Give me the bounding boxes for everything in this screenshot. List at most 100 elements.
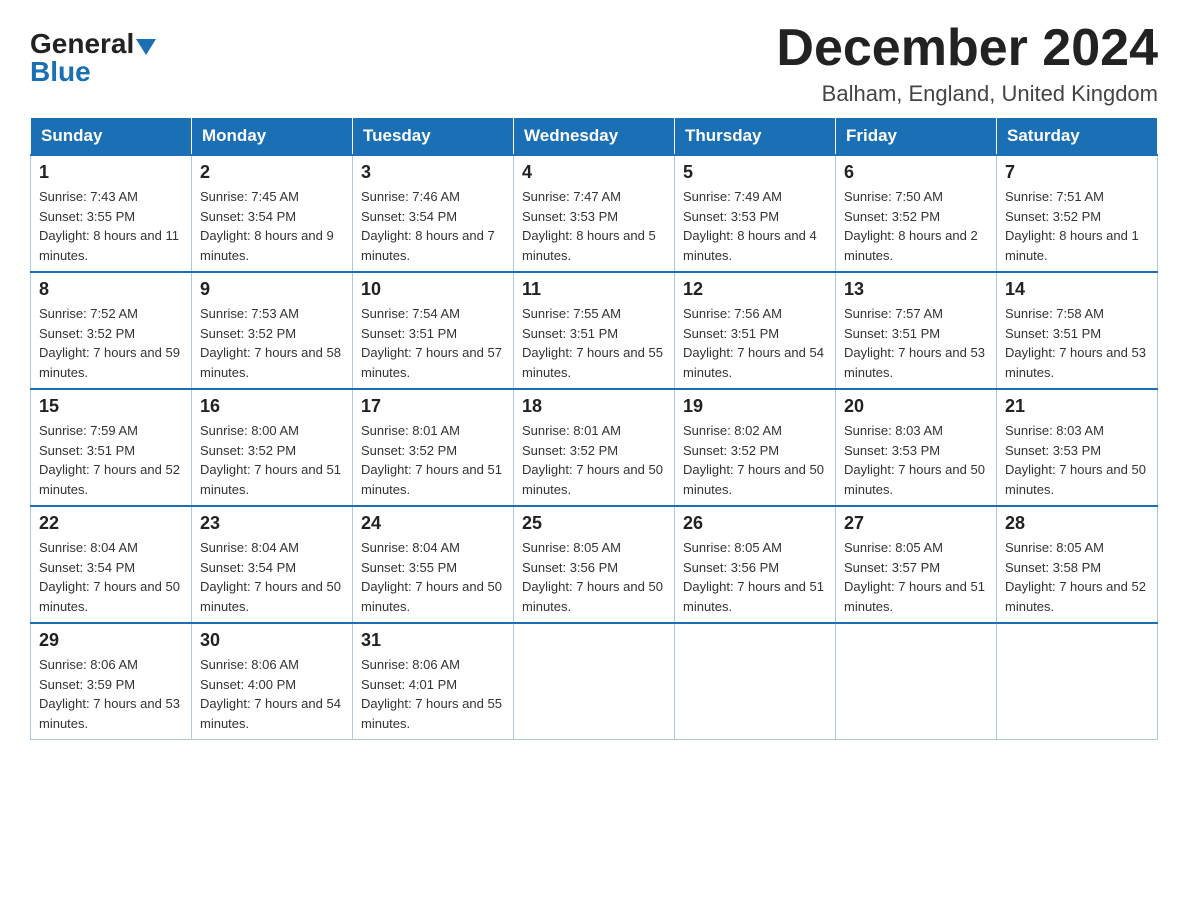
day-info: Sunrise: 8:06 AM Sunset: 4:01 PM Dayligh… bbox=[361, 655, 505, 733]
day-info: Sunrise: 7:45 AM Sunset: 3:54 PM Dayligh… bbox=[200, 187, 344, 265]
day-info: Sunrise: 8:05 AM Sunset: 3:58 PM Dayligh… bbox=[1005, 538, 1149, 616]
day-info: Sunrise: 7:59 AM Sunset: 3:51 PM Dayligh… bbox=[39, 421, 183, 499]
day-info: Sunrise: 8:03 AM Sunset: 3:53 PM Dayligh… bbox=[844, 421, 988, 499]
day-number: 11 bbox=[522, 279, 666, 300]
day-info: Sunrise: 7:54 AM Sunset: 3:51 PM Dayligh… bbox=[361, 304, 505, 382]
day-number: 29 bbox=[39, 630, 183, 651]
calendar-cell: 21 Sunrise: 8:03 AM Sunset: 3:53 PM Dayl… bbox=[997, 389, 1158, 506]
header-friday: Friday bbox=[836, 118, 997, 156]
day-info: Sunrise: 7:43 AM Sunset: 3:55 PM Dayligh… bbox=[39, 187, 183, 265]
day-info: Sunrise: 7:51 AM Sunset: 3:52 PM Dayligh… bbox=[1005, 187, 1149, 265]
day-number: 30 bbox=[200, 630, 344, 651]
week-row-5: 29 Sunrise: 8:06 AM Sunset: 3:59 PM Dayl… bbox=[31, 623, 1158, 740]
day-number: 6 bbox=[844, 162, 988, 183]
calendar-cell: 31 Sunrise: 8:06 AM Sunset: 4:01 PM Dayl… bbox=[353, 623, 514, 740]
week-row-3: 15 Sunrise: 7:59 AM Sunset: 3:51 PM Dayl… bbox=[31, 389, 1158, 506]
calendar-cell: 19 Sunrise: 8:02 AM Sunset: 3:52 PM Dayl… bbox=[675, 389, 836, 506]
calendar-cell bbox=[514, 623, 675, 740]
day-number: 7 bbox=[1005, 162, 1149, 183]
logo-triangle-icon bbox=[136, 39, 156, 55]
calendar-cell: 7 Sunrise: 7:51 AM Sunset: 3:52 PM Dayli… bbox=[997, 155, 1158, 272]
day-number: 2 bbox=[200, 162, 344, 183]
calendar-cell bbox=[675, 623, 836, 740]
day-number: 24 bbox=[361, 513, 505, 534]
location: Balham, England, United Kingdom bbox=[776, 81, 1158, 107]
day-info: Sunrise: 8:05 AM Sunset: 3:56 PM Dayligh… bbox=[683, 538, 827, 616]
calendar-cell: 15 Sunrise: 7:59 AM Sunset: 3:51 PM Dayl… bbox=[31, 389, 192, 506]
calendar-cell: 14 Sunrise: 7:58 AM Sunset: 3:51 PM Dayl… bbox=[997, 272, 1158, 389]
calendar-cell: 23 Sunrise: 8:04 AM Sunset: 3:54 PM Dayl… bbox=[192, 506, 353, 623]
day-info: Sunrise: 7:55 AM Sunset: 3:51 PM Dayligh… bbox=[522, 304, 666, 382]
day-info: Sunrise: 7:53 AM Sunset: 3:52 PM Dayligh… bbox=[200, 304, 344, 382]
day-info: Sunrise: 8:05 AM Sunset: 3:57 PM Dayligh… bbox=[844, 538, 988, 616]
day-info: Sunrise: 7:47 AM Sunset: 3:53 PM Dayligh… bbox=[522, 187, 666, 265]
day-number: 1 bbox=[39, 162, 183, 183]
calendar-cell: 20 Sunrise: 8:03 AM Sunset: 3:53 PM Dayl… bbox=[836, 389, 997, 506]
day-number: 16 bbox=[200, 396, 344, 417]
day-info: Sunrise: 8:04 AM Sunset: 3:55 PM Dayligh… bbox=[361, 538, 505, 616]
page-header: General Blue December 2024 Balham, Engla… bbox=[30, 20, 1158, 107]
day-info: Sunrise: 8:01 AM Sunset: 3:52 PM Dayligh… bbox=[522, 421, 666, 499]
day-number: 28 bbox=[1005, 513, 1149, 534]
day-info: Sunrise: 7:52 AM Sunset: 3:52 PM Dayligh… bbox=[39, 304, 183, 382]
day-info: Sunrise: 8:04 AM Sunset: 3:54 PM Dayligh… bbox=[200, 538, 344, 616]
calendar-cell: 2 Sunrise: 7:45 AM Sunset: 3:54 PM Dayli… bbox=[192, 155, 353, 272]
header-tuesday: Tuesday bbox=[353, 118, 514, 156]
day-number: 9 bbox=[200, 279, 344, 300]
calendar-cell: 18 Sunrise: 8:01 AM Sunset: 3:52 PM Dayl… bbox=[514, 389, 675, 506]
day-number: 17 bbox=[361, 396, 505, 417]
day-info: Sunrise: 8:04 AM Sunset: 3:54 PM Dayligh… bbox=[39, 538, 183, 616]
day-number: 10 bbox=[361, 279, 505, 300]
calendar-cell: 26 Sunrise: 8:05 AM Sunset: 3:56 PM Dayl… bbox=[675, 506, 836, 623]
day-info: Sunrise: 8:00 AM Sunset: 3:52 PM Dayligh… bbox=[200, 421, 344, 499]
calendar-cell: 6 Sunrise: 7:50 AM Sunset: 3:52 PM Dayli… bbox=[836, 155, 997, 272]
day-number: 14 bbox=[1005, 279, 1149, 300]
logo-blue: Blue bbox=[30, 58, 91, 86]
calendar-table: Sunday Monday Tuesday Wednesday Thursday… bbox=[30, 117, 1158, 740]
day-info: Sunrise: 8:02 AM Sunset: 3:52 PM Dayligh… bbox=[683, 421, 827, 499]
header-monday: Monday bbox=[192, 118, 353, 156]
calendar-cell: 11 Sunrise: 7:55 AM Sunset: 3:51 PM Dayl… bbox=[514, 272, 675, 389]
day-number: 15 bbox=[39, 396, 183, 417]
calendar-cell: 24 Sunrise: 8:04 AM Sunset: 3:55 PM Dayl… bbox=[353, 506, 514, 623]
calendar-cell bbox=[836, 623, 997, 740]
calendar-cell: 27 Sunrise: 8:05 AM Sunset: 3:57 PM Dayl… bbox=[836, 506, 997, 623]
calendar-cell: 10 Sunrise: 7:54 AM Sunset: 3:51 PM Dayl… bbox=[353, 272, 514, 389]
logo: General Blue bbox=[30, 30, 156, 86]
day-number: 18 bbox=[522, 396, 666, 417]
day-number: 5 bbox=[683, 162, 827, 183]
day-number: 4 bbox=[522, 162, 666, 183]
header-thursday: Thursday bbox=[675, 118, 836, 156]
calendar-cell: 8 Sunrise: 7:52 AM Sunset: 3:52 PM Dayli… bbox=[31, 272, 192, 389]
header-saturday: Saturday bbox=[997, 118, 1158, 156]
weekday-header-row: Sunday Monday Tuesday Wednesday Thursday… bbox=[31, 118, 1158, 156]
header-wednesday: Wednesday bbox=[514, 118, 675, 156]
day-info: Sunrise: 8:05 AM Sunset: 3:56 PM Dayligh… bbox=[522, 538, 666, 616]
calendar-cell: 12 Sunrise: 7:56 AM Sunset: 3:51 PM Dayl… bbox=[675, 272, 836, 389]
calendar-cell: 3 Sunrise: 7:46 AM Sunset: 3:54 PM Dayli… bbox=[353, 155, 514, 272]
calendar-cell: 16 Sunrise: 8:00 AM Sunset: 3:52 PM Dayl… bbox=[192, 389, 353, 506]
week-row-4: 22 Sunrise: 8:04 AM Sunset: 3:54 PM Dayl… bbox=[31, 506, 1158, 623]
calendar-cell: 5 Sunrise: 7:49 AM Sunset: 3:53 PM Dayli… bbox=[675, 155, 836, 272]
logo-general: General bbox=[30, 30, 134, 58]
day-info: Sunrise: 7:46 AM Sunset: 3:54 PM Dayligh… bbox=[361, 187, 505, 265]
day-number: 26 bbox=[683, 513, 827, 534]
day-info: Sunrise: 8:01 AM Sunset: 3:52 PM Dayligh… bbox=[361, 421, 505, 499]
day-info: Sunrise: 8:06 AM Sunset: 3:59 PM Dayligh… bbox=[39, 655, 183, 733]
calendar-cell: 22 Sunrise: 8:04 AM Sunset: 3:54 PM Dayl… bbox=[31, 506, 192, 623]
calendar-cell: 30 Sunrise: 8:06 AM Sunset: 4:00 PM Dayl… bbox=[192, 623, 353, 740]
week-row-1: 1 Sunrise: 7:43 AM Sunset: 3:55 PM Dayli… bbox=[31, 155, 1158, 272]
day-info: Sunrise: 7:49 AM Sunset: 3:53 PM Dayligh… bbox=[683, 187, 827, 265]
calendar-cell bbox=[997, 623, 1158, 740]
day-number: 21 bbox=[1005, 396, 1149, 417]
day-number: 31 bbox=[361, 630, 505, 651]
day-number: 23 bbox=[200, 513, 344, 534]
day-number: 12 bbox=[683, 279, 827, 300]
day-number: 8 bbox=[39, 279, 183, 300]
day-number: 20 bbox=[844, 396, 988, 417]
calendar-cell: 17 Sunrise: 8:01 AM Sunset: 3:52 PM Dayl… bbox=[353, 389, 514, 506]
calendar-cell: 28 Sunrise: 8:05 AM Sunset: 3:58 PM Dayl… bbox=[997, 506, 1158, 623]
day-number: 19 bbox=[683, 396, 827, 417]
calendar-cell: 4 Sunrise: 7:47 AM Sunset: 3:53 PM Dayli… bbox=[514, 155, 675, 272]
day-number: 27 bbox=[844, 513, 988, 534]
